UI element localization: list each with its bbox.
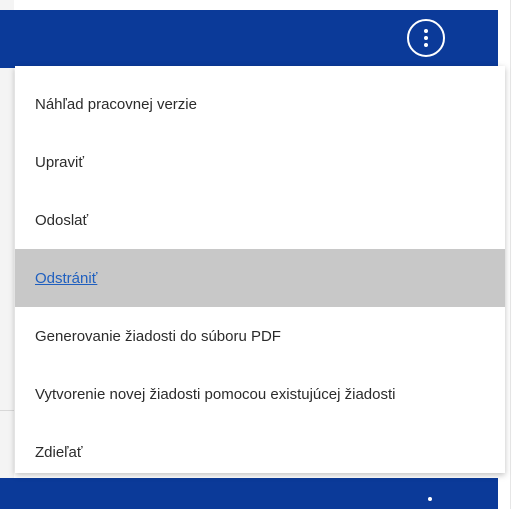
menu-item-generate-pdf[interactable]: Generovanie žiadosti do súboru PDF [15, 307, 505, 365]
menu-item-submit[interactable]: Odoslať [15, 191, 505, 249]
divider-line [0, 410, 14, 411]
vertical-ellipsis-icon [424, 29, 428, 47]
menu-item-create-from-existing[interactable]: Vytvorenie novej žiadosti pomocou existu… [15, 365, 505, 423]
menu-item-label: Náhľad pracovnej verzie [35, 95, 197, 113]
menu-item-label: Generovanie žiadosti do súboru PDF [35, 327, 281, 345]
page-background-left [0, 0, 14, 509]
more-actions-button[interactable] [407, 19, 445, 57]
menu-item-label: Upraviť [35, 153, 84, 171]
scroll-edge-line [510, 0, 511, 509]
screen: Náhľad pracovnej verzie Upraviť Odoslať … [0, 0, 528, 509]
menu-item-share[interactable]: Zdieľať [15, 423, 505, 481]
menu-item-label[interactable]: Odstrániť [35, 270, 97, 287]
actions-dropdown-menu: Náhľad pracovnej verzie Upraviť Odoslať … [15, 66, 505, 473]
menu-item-label: Vytvorenie novej žiadosti pomocou existu… [35, 385, 396, 403]
menu-item-delete[interactable]: Odstrániť [15, 249, 505, 307]
next-card-ellipsis-icon[interactable] [428, 497, 432, 501]
menu-item-preview-draft[interactable]: Náhľad pracovnej verzie [15, 75, 505, 133]
menu-item-label: Odoslať [35, 211, 89, 229]
menu-item-label: Zdieľať [35, 443, 83, 461]
menu-item-edit[interactable]: Upraviť [15, 133, 505, 191]
next-card-header-bar [0, 478, 498, 509]
